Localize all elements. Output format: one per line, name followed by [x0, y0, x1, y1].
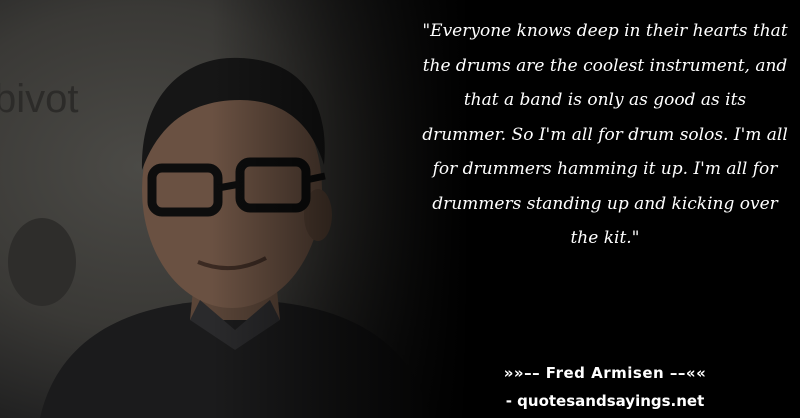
quote-text: "Everyone knows deep in their hearts tha… — [422, 21, 788, 248]
quote-source: - quotesandsayings.net — [505, 392, 705, 410]
quote-author: »»–– Fred Armisen ––«« — [503, 364, 707, 382]
photo-fade-overlay — [0, 0, 470, 418]
quote-card: bivot "Everyone — [0, 0, 800, 418]
author-photo: bivot — [0, 0, 470, 418]
